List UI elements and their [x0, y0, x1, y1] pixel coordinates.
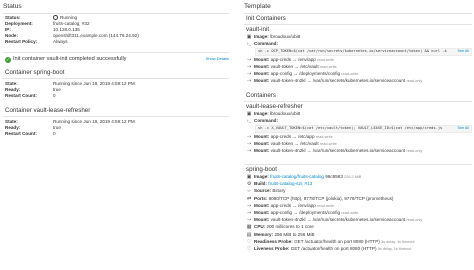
- divider: [3, 116, 229, 117]
- mount-line: ⇢ Mount: vault-token → /etc/vault read-wr…: [246, 63, 337, 70]
- container-title: Container vault-lease-refresher: [5, 107, 91, 114]
- mount-icon: ⇢: [246, 134, 252, 140]
- ports-icon: ⇄: [246, 196, 252, 202]
- field-label: Restart Policy:: [5, 39, 38, 44]
- divider: [3, 52, 229, 53]
- command-text: sh -c X_VAULT_TOKEN=$(cat /etc/vault/tok…: [258, 126, 443, 131]
- build-line: ⚙ Build: fruits-catalog-s2i, #13: [246, 181, 313, 188]
- mount-line: ⇢ Mount: vault-token-4n2kl → /var/run/sec…: [246, 78, 423, 85]
- mount-line: ⇢ Mount: app-config → /deployments/config…: [246, 210, 359, 217]
- divider: [244, 164, 472, 165]
- command-line: ›_ Command:: [246, 41, 278, 48]
- image-value: lbroudoux/ubi8: [270, 111, 301, 116]
- image-line: ▣ Image: fruits-catalog/fruits-catalog 96…: [246, 174, 362, 180]
- divider: [244, 24, 472, 25]
- command-text: sh -c OCP_TOKEN=$(cat /var/run/secrets/k…: [258, 49, 447, 54]
- mount-line: ⇢ Mount: vault-token → /etc/vault read-wr…: [246, 140, 337, 147]
- mount-icon: ⇢: [246, 57, 252, 63]
- image-line: ▣ Image: lbroudoux/ubi8: [246, 34, 301, 40]
- field-label: Restart Count:: [5, 93, 37, 98]
- init-message-text: Init container vault-init completed succ…: [13, 56, 127, 62]
- see-all-link[interactable]: See All: [458, 126, 469, 131]
- status-value: Running: [60, 15, 78, 20]
- mount-icon: ⇢: [246, 149, 252, 155]
- restart-count-row: Restart Count: 0: [5, 131, 229, 137]
- restart-policy-value: Always: [53, 39, 68, 44]
- image-link[interactable]: fruits-catalog/fruits-catalog: [270, 174, 324, 179]
- see-all-link[interactable]: See All: [458, 49, 469, 54]
- state-value: Running since Jun 19, 2019 4:59:12 PM: [53, 119, 135, 124]
- liveness-probe-line: ♡ Liveness Probe: GET /actuator/health on…: [246, 246, 412, 253]
- container-title: Container spring-boot: [5, 69, 65, 76]
- field-label: Restart Count:: [5, 131, 37, 136]
- ports-line: ⇄ Ports: 8080/TCP (http), 8778/TCP (jolok…: [246, 195, 394, 202]
- mount-line: ⇢ Mount: vault-token-4n2kl → /var/run/sec…: [246, 217, 423, 224]
- image-line: ▣ Image: lbroudoux/ubi8: [246, 111, 301, 117]
- mount-line: ⇢ Mount: app-creds → /env/app read-write: [246, 202, 334, 209]
- divider: [244, 13, 472, 14]
- mount-icon: ⇢: [246, 79, 252, 85]
- mount-line: ⇢ Mount: app-config → /deployments/config…: [246, 71, 359, 78]
- check-circle-icon: ✓: [5, 57, 11, 63]
- divider: [3, 78, 229, 79]
- template-title: Template: [244, 3, 271, 10]
- readiness-probe-line: ♡ Readiness Probe: GET /actuator/health o…: [246, 238, 415, 245]
- memory-line: ▤ Memory: 256 MiB to 256 MiB: [246, 231, 315, 238]
- container-vault-lease-refresher: vault-lease-refresher ▣ Image: lbroudoux/…: [246, 103, 472, 155]
- terminal-icon: ›_: [246, 42, 252, 48]
- state-value: Running since Jun 19, 2019 4:59:12 PM: [53, 81, 135, 86]
- container-vault-lease-refresher-status: Container vault-lease-refresher State: Ru…: [3, 107, 229, 137]
- restart-count-value: 0: [53, 93, 56, 98]
- status-title: Status: [3, 3, 22, 10]
- restart-policy-row: Restart Policy: Always: [5, 39, 229, 45]
- init-containers-heading: Init Containers: [246, 15, 286, 22]
- mount-line: ⇢ Mount: app-creds → /etc/app read-write: [246, 133, 333, 140]
- memory-icon: ▤: [246, 232, 252, 238]
- restart-count-row: Restart Count: 0: [5, 93, 229, 99]
- init-message: Show Details ✓ Init container vault-init …: [5, 55, 229, 63]
- source-line: ‹› Source: Binary: [247, 188, 286, 195]
- mount-line: ⇢ Mount: vault-token-4n2kl → /var/run/sec…: [246, 148, 423, 155]
- image-value: lbroudoux/ubi8: [270, 34, 301, 39]
- command-line: ›_ Command:: [246, 118, 278, 125]
- containers-heading: Containers: [246, 92, 276, 99]
- divider: [244, 101, 472, 102]
- heart-icon: ♡: [246, 247, 252, 253]
- source-icon: ‹›: [247, 189, 251, 195]
- command-block: See All sh -c X_VAULT_TOKEN=$(cat /etc/va…: [255, 125, 472, 133]
- command-block: See All sh -c OCP_TOKEN=$(cat /var/run/se…: [255, 48, 472, 56]
- cpu-icon: ▦: [246, 225, 252, 231]
- status-fields: Status: Running Deployment: fruits-catal…: [5, 15, 229, 45]
- container-spring-boot: spring-boot ▣ Image: fruits-catalog/fruit…: [246, 166, 472, 253]
- container-name: vault-init: [246, 26, 270, 33]
- container-name: vault-lease-refresher: [246, 103, 303, 110]
- build-link[interactable]: fruits-catalog-s2i, #13: [268, 181, 312, 186]
- show-details-link[interactable]: Show Details: [206, 55, 229, 63]
- init-container-vault-init: vault-init ▣ Image: lbroudoux/ubi8 ›_ Comm…: [246, 26, 472, 85]
- divider: [3, 13, 229, 14]
- mount-line: ⇢ Mount: app-creds → /env/app read-write: [246, 56, 334, 63]
- container-name: spring-boot: [246, 166, 277, 173]
- restart-count-value: 0: [53, 131, 56, 136]
- cpu-line: ▦ CPU: 200 millicores to 1 core: [246, 224, 314, 231]
- container-spring-boot-status: Container spring-boot State: Running sinc…: [3, 69, 229, 99]
- sync-icon: [53, 15, 58, 20]
- terminal-icon: ›_: [246, 119, 252, 125]
